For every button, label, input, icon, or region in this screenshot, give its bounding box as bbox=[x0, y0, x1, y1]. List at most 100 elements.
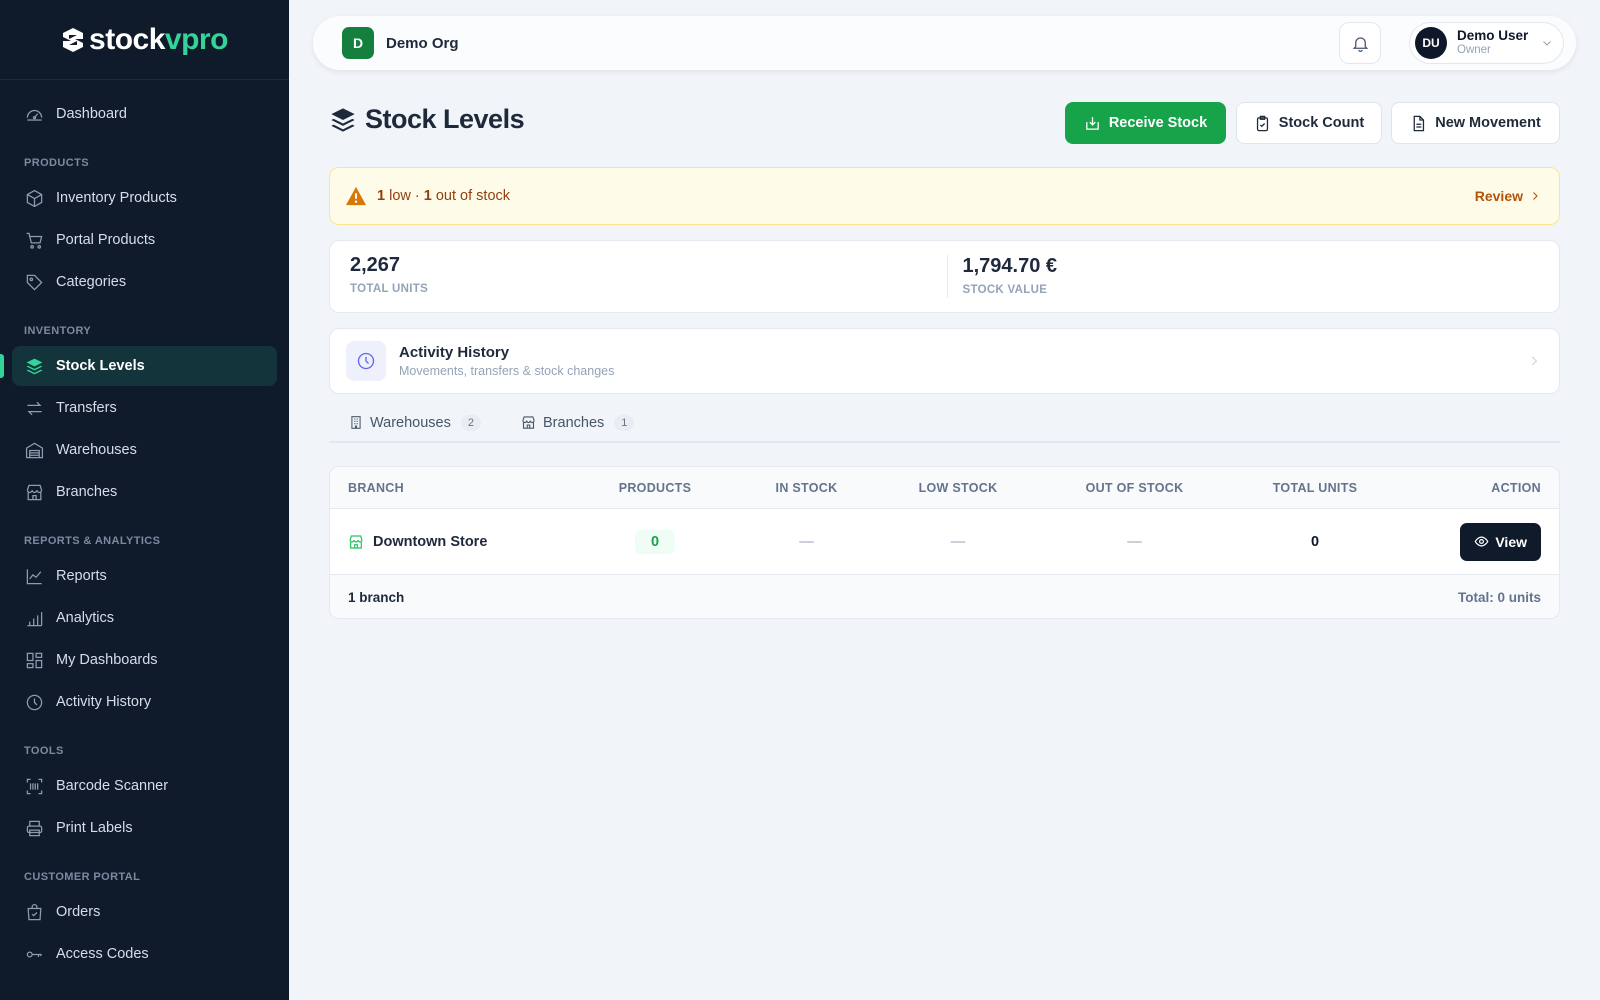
grid-icon bbox=[24, 650, 44, 670]
sidebar-item-portal-products[interactable]: Portal Products bbox=[12, 220, 277, 260]
chevron-down-icon bbox=[1543, 41, 1551, 46]
brand-name: stockvpro bbox=[89, 22, 228, 56]
stat-stock-value: 1,794.70 € STOCK VALUE bbox=[946, 255, 1560, 298]
sidebar-section-customer-portal: CUSTOMER PORTAL bbox=[24, 871, 141, 883]
store-icon bbox=[24, 482, 44, 502]
arrows-icon bbox=[24, 398, 44, 418]
branch-name: Downtown Store bbox=[373, 533, 488, 550]
activity-title: Activity History bbox=[399, 344, 510, 361]
download-box-icon bbox=[1086, 116, 1099, 130]
sidebar-item-access-codes[interactable]: Access Codes bbox=[12, 934, 277, 974]
printer-icon bbox=[24, 818, 44, 838]
total-units-value: 0 bbox=[1310, 533, 1320, 550]
barcode-icon bbox=[24, 776, 44, 796]
sidebar-section-inventory: INVENTORY bbox=[24, 325, 92, 337]
brand-logo[interactable]: stockvpro bbox=[0, 0, 289, 80]
sidebar-item-branches[interactable]: Branches bbox=[12, 472, 277, 512]
gauge-icon bbox=[24, 104, 44, 124]
bar-chart-icon bbox=[24, 608, 44, 628]
sidebar-item-orders[interactable]: Orders bbox=[12, 892, 277, 932]
sidebar-item-categories[interactable]: Categories bbox=[12, 262, 277, 302]
alert-text: 1 low · 1 out of stock bbox=[377, 188, 511, 204]
layers-icon bbox=[24, 356, 44, 376]
line-chart-icon bbox=[24, 566, 44, 586]
sidebar-item-analytics[interactable]: Analytics bbox=[12, 598, 277, 638]
stock-alert-banner: 1 low · 1 out of stock Review bbox=[329, 167, 1560, 225]
user-role: Owner bbox=[1457, 44, 1491, 56]
notifications-button[interactable] bbox=[1339, 22, 1381, 64]
sidebar-item-transfers[interactable]: Transfers bbox=[12, 388, 277, 428]
store-icon bbox=[348, 534, 364, 550]
topbar: D Demo Org DU Demo User Owner bbox=[313, 16, 1576, 70]
clipboard-check-icon bbox=[1256, 115, 1268, 131]
sidebar-item-reports[interactable]: Reports bbox=[12, 556, 277, 596]
box-icon bbox=[24, 188, 44, 208]
document-icon bbox=[1413, 115, 1425, 131]
sidebar-nav: Dashboard PRODUCTS Inventory Products Po… bbox=[0, 80, 289, 974]
bell-icon bbox=[1352, 36, 1368, 52]
products-count: 0 bbox=[635, 529, 675, 554]
low-stock-value: — bbox=[950, 533, 966, 550]
cart-icon bbox=[24, 230, 44, 250]
stat-total-units: 2,267 TOTAL UNITS bbox=[350, 254, 429, 295]
column-header: ACTION bbox=[1491, 480, 1541, 495]
clock-icon bbox=[24, 692, 44, 712]
activity-subtitle: Movements, transfers & stock changes bbox=[399, 364, 615, 378]
tab-warehouses[interactable]: Warehouses 2 bbox=[329, 404, 501, 441]
stats-card: 2,267 TOTAL UNITS 1,794.70 € STOCK VALUE bbox=[329, 240, 1560, 313]
column-header[interactable]: PRODUCTS bbox=[550, 481, 760, 495]
building-icon bbox=[351, 416, 361, 429]
table-header: BRANCH PRODUCTS IN STOCK LOW STOCK OUT O… bbox=[330, 467, 1559, 509]
column-header[interactable]: OUT OF STOCK bbox=[1063, 481, 1206, 495]
user-name: Demo User bbox=[1457, 28, 1529, 43]
sidebar-item-inventory-products[interactable]: Inventory Products bbox=[12, 178, 277, 218]
bag-icon bbox=[24, 902, 44, 922]
column-header[interactable]: BRANCH bbox=[330, 481, 550, 495]
location-tabs: Warehouses 2 Branches 1 bbox=[329, 404, 1560, 443]
sidebar-section-products: PRODUCTS bbox=[24, 157, 89, 169]
column-header[interactable]: TOTAL UNITS bbox=[1206, 481, 1424, 495]
sidebar-item-warehouses[interactable]: Warehouses bbox=[12, 430, 277, 470]
table-row[interactable]: Downtown Store 0 — — — 0 View bbox=[330, 509, 1559, 575]
chevron-right-icon bbox=[1531, 356, 1538, 366]
sidebar-item-barcode-scanner[interactable]: Barcode Scanner bbox=[12, 766, 277, 806]
store-icon bbox=[522, 416, 535, 429]
chevron-right-icon bbox=[1533, 192, 1538, 200]
org-name[interactable]: Demo Org bbox=[386, 35, 459, 52]
column-header[interactable]: LOW STOCK bbox=[853, 481, 1063, 495]
stock-count-button[interactable]: Stock Count bbox=[1236, 102, 1382, 144]
tag-icon bbox=[24, 272, 44, 292]
page-header: Stock Levels bbox=[329, 104, 525, 135]
view-button[interactable]: View bbox=[1460, 522, 1541, 561]
column-header[interactable]: IN STOCK bbox=[760, 481, 853, 495]
avatar: DU bbox=[1415, 27, 1447, 59]
sidebar: stockvpro Dashboard PRODUCTS Inventory P… bbox=[0, 0, 289, 1000]
sidebar-item-stock-levels[interactable]: Stock Levels bbox=[0, 346, 277, 386]
logo-mark-icon bbox=[63, 27, 84, 52]
sidebar-item-print-labels[interactable]: Print Labels bbox=[12, 808, 277, 848]
warning-icon bbox=[346, 186, 366, 206]
sidebar-item-my-dashboards[interactable]: My Dashboards bbox=[12, 640, 277, 680]
table-footer: 1 branch Total: 0 units bbox=[330, 575, 1559, 618]
user-menu[interactable]: DU Demo User Owner bbox=[1409, 22, 1564, 64]
tab-branches[interactable]: Branches 1 bbox=[501, 404, 654, 441]
sidebar-item-dashboard[interactable]: Dashboard bbox=[12, 94, 277, 134]
review-link[interactable]: Review bbox=[1475, 188, 1541, 204]
branch-count: 1 branch bbox=[348, 589, 405, 605]
layers-icon bbox=[331, 107, 355, 132]
activity-history-card[interactable]: Activity History Movements, transfers & … bbox=[329, 328, 1560, 394]
receive-stock-button[interactable]: Receive Stock bbox=[1065, 102, 1226, 144]
new-movement-button[interactable]: New Movement bbox=[1391, 102, 1560, 144]
in-stock-value: — bbox=[799, 533, 814, 550]
sidebar-item-activity-history[interactable]: Activity History bbox=[12, 682, 277, 722]
warehouse-icon bbox=[24, 440, 44, 460]
key-icon bbox=[24, 944, 44, 964]
sidebar-section-tools: TOOLS bbox=[24, 745, 64, 757]
org-badge[interactable]: D bbox=[342, 27, 374, 59]
clock-icon bbox=[346, 341, 386, 381]
tab-count-badge: 1 bbox=[614, 414, 635, 431]
tab-count-badge: 2 bbox=[460, 414, 481, 431]
total-units-footer: Total: 0 units bbox=[1458, 589, 1541, 605]
eye-icon bbox=[1474, 536, 1489, 547]
page-title: Stock Levels bbox=[365, 104, 525, 134]
